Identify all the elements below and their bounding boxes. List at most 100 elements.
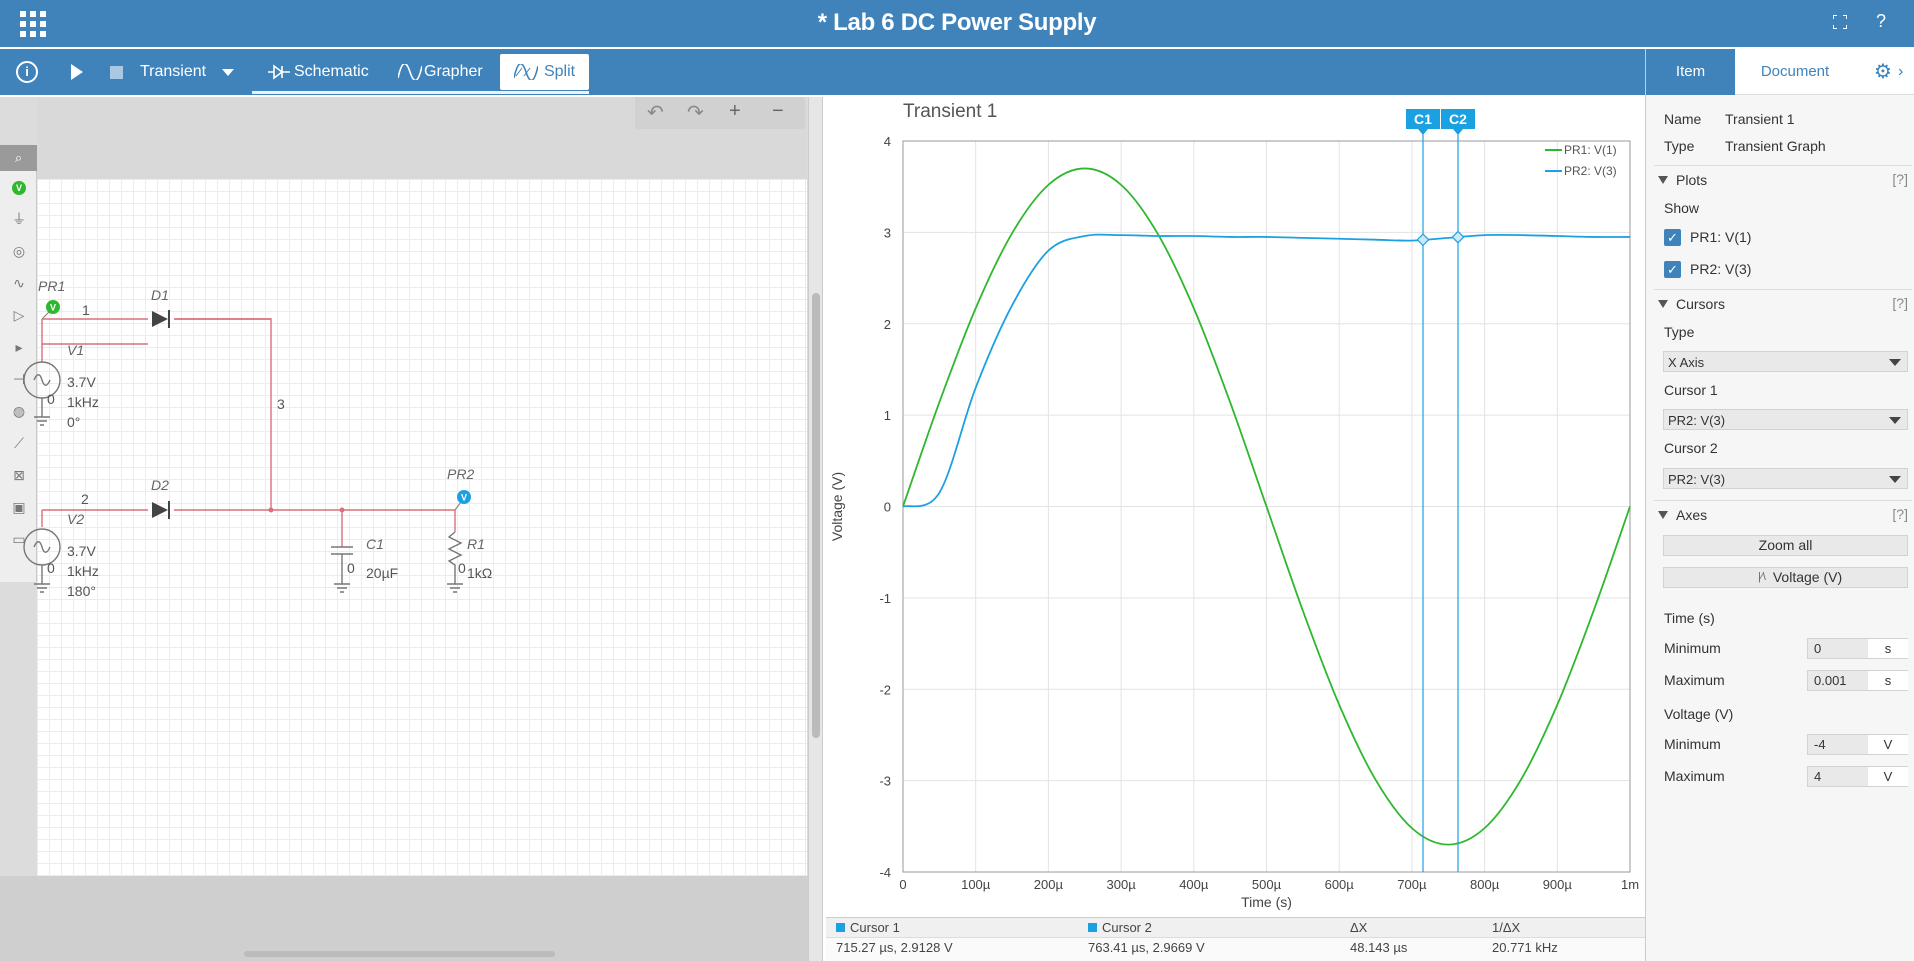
- cursor-marker: [1451, 230, 1465, 244]
- node-3-label: 3: [277, 396, 285, 412]
- cursors-help[interactable]: [?]: [1892, 295, 1908, 311]
- x-tick-label: 400µ: [1179, 877, 1209, 892]
- tab-schematic[interactable]: Schematic: [268, 49, 369, 95]
- plot-pr1-label: PR1: V(1): [1690, 229, 1752, 245]
- cursor-table-values: 715.27 µs, 2.9128 V 763.41 µs, 2.9669 V …: [826, 937, 1645, 961]
- title-bar: * Lab 6 DC Power Supply ?: [0, 0, 1914, 47]
- zoom-all-button[interactable]: Zoom all: [1663, 535, 1908, 556]
- toolbar: i Transient Schematic Grapher Split: [0, 49, 1645, 95]
- voltage-axis-button[interactable]: |⁄\ Voltage (V): [1663, 567, 1908, 588]
- svg-text:V: V: [50, 303, 56, 313]
- fullscreen-icon[interactable]: [1833, 15, 1847, 29]
- grapher-pane[interactable]: 0 100µ 200µ 300µ 400µ 500µ 600µ 700µ 800µ 900µ 1m 4…: [822, 97, 1645, 961]
- info-button[interactable]: i: [16, 49, 38, 95]
- tab-split[interactable]: Split: [500, 54, 589, 90]
- plots-section-header[interactable]: Plots [?]: [1654, 165, 1912, 189]
- type-label: Type: [1664, 138, 1695, 154]
- tab-grapher[interactable]: Grapher: [398, 49, 483, 95]
- splitter-scrollbar[interactable]: [808, 97, 822, 961]
- ground-label: 0: [458, 560, 466, 576]
- probe-pr1[interactable]: V: [41, 300, 60, 320]
- run-button[interactable]: [71, 49, 83, 95]
- capacitor-c1-label: C1: [366, 536, 384, 552]
- cursor2-swatch: [1088, 923, 1097, 932]
- diode-d2[interactable]: [152, 501, 170, 519]
- chevron-down-icon: [1889, 476, 1901, 483]
- cursor2-select[interactable]: PR2: V(3): [1663, 468, 1908, 489]
- volt-max-label: Maximum: [1664, 768, 1725, 784]
- analysis-select[interactable]: Transient: [140, 49, 235, 95]
- cursors-section-header[interactable]: Cursors [?]: [1654, 289, 1912, 313]
- type-value: Transient Graph: [1725, 138, 1826, 154]
- info-icon: i: [16, 61, 38, 83]
- axis-scale-icon: |⁄\: [1758, 571, 1766, 583]
- help-icon[interactable]: ?: [1876, 11, 1886, 32]
- ground-label: 0: [347, 560, 355, 576]
- collapse-triangle-icon: [1658, 176, 1668, 184]
- diode-d1[interactable]: [152, 310, 170, 328]
- inv-delta-x-value: 20.771 kHz: [1492, 940, 1558, 955]
- x-tick-label: 900µ: [1543, 877, 1573, 892]
- plots-help[interactable]: [?]: [1892, 171, 1908, 187]
- stop-button[interactable]: [110, 49, 123, 95]
- cursor1-value: 715.27 µs, 2.9128 V: [836, 940, 953, 955]
- x-tick-label: 600µ: [1325, 877, 1355, 892]
- inv-delta-x-header: 1/ΔX: [1492, 920, 1521, 935]
- time-min-label: Minimum: [1664, 640, 1721, 656]
- x-tick-label: 800µ: [1470, 877, 1500, 892]
- x-tick-label: 0: [899, 877, 906, 892]
- node-2-label: 2: [81, 491, 89, 507]
- time-axis-title: Time (s): [1664, 610, 1715, 626]
- y-tick-label: -3: [879, 774, 891, 789]
- cursor1-header: Cursor 1: [836, 920, 900, 935]
- gear-icon[interactable]: ⚙: [1874, 62, 1894, 82]
- plot-pr2-label: PR2: V(3): [1690, 261, 1752, 277]
- ground-label: 0: [47, 560, 55, 576]
- legend-label: PR2: V(3): [1564, 164, 1617, 178]
- volt-max-input[interactable]: 4V: [1807, 766, 1908, 787]
- probe-pr2[interactable]: V: [454, 490, 471, 511]
- cursor2-value: 763.41 µs, 2.9669 V: [1088, 940, 1205, 955]
- y-tick-label: -4: [879, 865, 891, 880]
- tab-document[interactable]: Document: [1735, 49, 1855, 95]
- schematic-pane[interactable]: ↶ ↷ + − ⌕ V ⏚ ◎ ∿ ▷ ▸ ⊣ ◍ ⟋ ⊠ ▣ ▭ V V PR…: [0, 97, 808, 961]
- volt-min-input[interactable]: -4 V: [1807, 734, 1908, 755]
- panel-tabs: Item Document ⚙ ›: [1646, 49, 1914, 95]
- scroll-thumb[interactable]: [812, 293, 820, 738]
- collapse-triangle-icon: [1658, 511, 1668, 519]
- chevron-right-icon[interactable]: ›: [1898, 63, 1903, 81]
- time-max-input[interactable]: 0.001 s: [1807, 670, 1908, 691]
- circuit-drawing: V V: [23, 300, 471, 593]
- volt-min-label: Minimum: [1664, 736, 1721, 752]
- cursor-handle-label: C1: [1414, 111, 1432, 127]
- chevron-down-icon: [222, 68, 235, 76]
- delta-x-header: ΔX: [1350, 920, 1368, 935]
- cursor1-select[interactable]: PR2: V(3): [1663, 409, 1908, 430]
- cursor1-swatch: [836, 923, 845, 932]
- probe-pr2-label: PR2: [447, 466, 475, 482]
- wire-loads: [341, 510, 456, 547]
- x-axis-label: Time (s): [1241, 894, 1292, 910]
- x-tick-label: 500µ: [1252, 877, 1282, 892]
- cursor-type-select[interactable]: X Axis: [1663, 351, 1908, 372]
- stop-icon: [110, 65, 123, 79]
- y-axis-label: Voltage (V): [829, 472, 845, 541]
- plot-pr1-checkbox[interactable]: ✓: [1664, 229, 1681, 246]
- tab-item[interactable]: Item: [1646, 49, 1735, 95]
- x-tick-label: 300µ: [1107, 877, 1137, 892]
- y-tick-label: -2: [879, 682, 891, 697]
- scroll-thumb[interactable]: [244, 951, 555, 957]
- y-tick-label: 1: [884, 408, 891, 423]
- axes-help[interactable]: [?]: [1892, 506, 1908, 522]
- cursor1-label: Cursor 1: [1664, 382, 1718, 398]
- name-value: Transient 1: [1725, 111, 1795, 127]
- diode-icon: [268, 64, 290, 80]
- transient-chart[interactable]: 0 100µ 200µ 300µ 400µ 500µ 600µ 700µ 800µ 900µ 1m 4…: [823, 97, 1646, 917]
- chevron-down-icon: [1889, 417, 1901, 424]
- plot-pr2-checkbox[interactable]: ✓: [1664, 261, 1681, 278]
- axes-section-header[interactable]: Axes [?]: [1654, 500, 1912, 524]
- y-tick-label: -1: [879, 591, 891, 606]
- source-v2-params: 3.7V 1kHz 180°: [67, 543, 99, 599]
- capacitor-c1-value: 20µF: [366, 565, 399, 581]
- time-min-input[interactable]: 0s: [1807, 638, 1908, 659]
